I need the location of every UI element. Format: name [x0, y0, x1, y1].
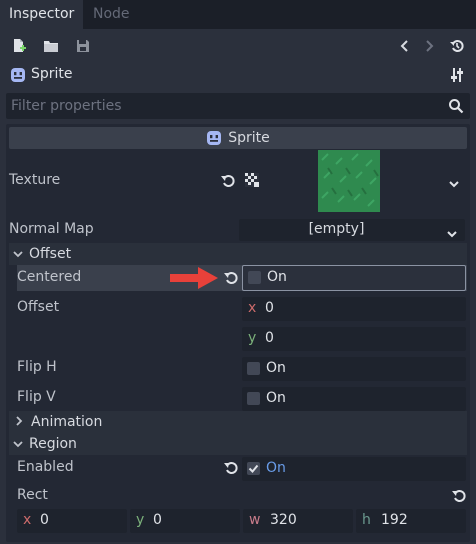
axis-w-label: w: [249, 512, 261, 528]
axis-y-label: y: [248, 330, 257, 346]
history-forward-icon[interactable]: [418, 35, 440, 57]
offset-y-value: 0: [265, 330, 274, 346]
tab-inspector[interactable]: Inspector: [0, 0, 84, 29]
flip-h-checkbox[interactable]: [247, 362, 260, 375]
centered-checkbox[interactable]: [248, 271, 261, 284]
new-resource-icon[interactable]: [8, 35, 30, 57]
sprite-icon: [10, 67, 26, 83]
centered-value: On: [267, 269, 287, 285]
annotation-arrow: [168, 266, 220, 294]
sprite-class-icon: [206, 130, 222, 146]
filter-properties-input[interactable]: [6, 93, 436, 119]
flip-v-checkbox-field[interactable]: On: [242, 387, 466, 411]
rect-x-field[interactable]: x 0: [17, 509, 127, 533]
enabled-value: On: [266, 460, 286, 476]
rect-h-field[interactable]: h 192: [356, 509, 466, 533]
axis-x-label: x: [23, 512, 32, 528]
offset-section-label: Offset: [29, 246, 72, 262]
axis-y-label: y: [136, 512, 145, 528]
flip-v-value: On: [266, 390, 286, 406]
normal-map-picker[interactable]: [empty]: [239, 219, 465, 241]
texture-type-icon: [245, 173, 259, 191]
flip-h-checkbox-field[interactable]: On: [242, 357, 466, 381]
rect-h-value: 192: [381, 512, 408, 528]
search-icon: [448, 98, 464, 114]
enabled-checkbox[interactable]: [247, 462, 260, 475]
enabled-checkbox-field[interactable]: On: [242, 457, 466, 481]
texture-label: Texture: [9, 172, 61, 188]
flip-v-checkbox[interactable]: [247, 392, 260, 405]
rect-x-value: 0: [40, 512, 49, 528]
open-folder-icon[interactable]: [40, 35, 62, 57]
filter-properties-field[interactable]: [6, 93, 470, 119]
flip-v-label: Flip V: [17, 389, 56, 405]
checkmark-icon: [248, 464, 259, 473]
offset-x-value: 0: [265, 300, 274, 316]
chevron-down-icon: [13, 246, 23, 262]
centered-checkbox-field[interactable]: On: [242, 265, 466, 291]
axis-h-label: h: [362, 512, 371, 528]
offset-label: Offset: [17, 299, 60, 315]
region-section[interactable]: Region: [9, 433, 467, 455]
class-header-title: Sprite: [228, 130, 270, 146]
centered-label: Centered: [17, 269, 82, 285]
object-history-icon[interactable]: [446, 35, 468, 57]
rect-label: Rect: [17, 487, 48, 503]
rect-y-value: 0: [153, 512, 162, 528]
tab-node[interactable]: Node: [84, 0, 139, 29]
normal-map-label: Normal Map: [9, 221, 94, 237]
normal-map-chevron-icon: [447, 226, 457, 242]
rect-w-field[interactable]: w 320: [243, 509, 353, 533]
object-properties-icon[interactable]: [446, 64, 468, 86]
offset-x-field[interactable]: x 0: [242, 297, 466, 321]
class-header: Sprite: [9, 127, 467, 149]
texture-dropdown-chevron-icon[interactable]: [449, 176, 459, 192]
rect-y-field[interactable]: y 0: [130, 509, 240, 533]
chevron-right-icon: [15, 414, 23, 430]
texture-preview[interactable]: [318, 150, 380, 212]
animation-section-label: Animation: [31, 414, 103, 430]
offset-y-field[interactable]: y 0: [242, 327, 466, 351]
normal-map-value: [empty]: [308, 221, 365, 237]
revert-icon[interactable]: [223, 270, 239, 286]
save-icon[interactable]: [72, 35, 94, 57]
object-name: Sprite: [31, 66, 73, 82]
axis-x-label: x: [248, 300, 257, 316]
revert-icon[interactable]: [451, 488, 467, 504]
animation-section[interactable]: Animation: [9, 411, 467, 433]
rect-w-value: 320: [270, 512, 297, 528]
chevron-down-icon: [13, 436, 23, 452]
history-back-icon[interactable]: [394, 35, 416, 57]
offset-section[interactable]: Offset: [9, 243, 467, 265]
flip-h-label: Flip H: [17, 359, 57, 375]
revert-icon[interactable]: [223, 460, 239, 476]
region-section-label: Region: [29, 436, 77, 452]
dock-tab-bar: Inspector Node: [0, 0, 476, 29]
revert-icon[interactable]: [220, 173, 236, 189]
flip-h-value: On: [266, 360, 286, 376]
enabled-label: Enabled: [17, 459, 74, 475]
